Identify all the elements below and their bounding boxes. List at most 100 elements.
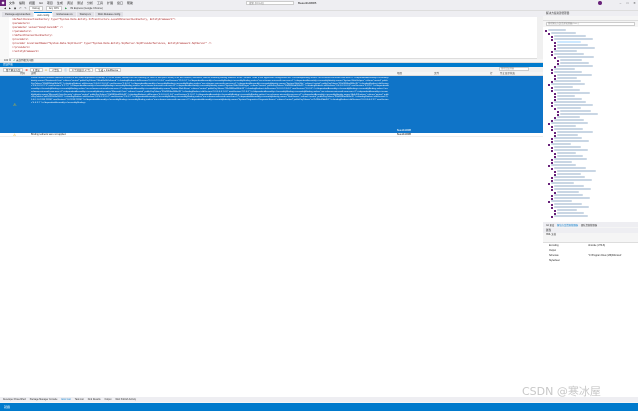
- tree-node[interactable]: [554, 53, 584, 55]
- property-row[interactable]: Schemas "C:\Program Files (x86)\Microsof: [546, 254, 635, 258]
- tree-node[interactable]: [557, 77, 577, 79]
- tree-node[interactable]: [554, 104, 593, 106]
- tree-node[interactable]: [554, 68, 575, 70]
- solution-explorer-search-input[interactable]: 搜索解决方案资源管理器(Ctrl+;): [546, 22, 635, 26]
- tab-output[interactable]: Output: [104, 399, 111, 401]
- tree-node[interactable]: [554, 203, 582, 205]
- menu-item-view[interactable]: 视图: [29, 1, 35, 5]
- tree-node[interactable]: [557, 209, 577, 211]
- undo-icon[interactable]: ↶: [19, 7, 21, 10]
- tree-node[interactable]: [557, 56, 594, 58]
- tree-node[interactable]: [557, 65, 593, 67]
- configuration-dropdown[interactable]: Debug: [29, 5, 43, 11]
- tree-node[interactable]: [554, 167, 586, 169]
- tree-node[interactable]: [551, 164, 576, 166]
- tree-node[interactable]: [554, 35, 586, 37]
- tree-node[interactable]: [551, 200, 572, 202]
- tree-node[interactable]: [548, 29, 566, 31]
- tree-node[interactable]: [557, 116, 580, 118]
- tree-node[interactable]: [560, 62, 589, 64]
- tree-node[interactable]: [557, 134, 578, 136]
- tree-node[interactable]: [554, 89, 580, 91]
- property-row[interactable]: Encoding Unicode (UTF-8): [546, 244, 635, 248]
- tree-node[interactable]: [554, 80, 581, 82]
- tree-node[interactable]: [551, 122, 588, 124]
- menu-item-help[interactable]: 帮助: [127, 1, 133, 5]
- tree-node[interactable]: [554, 50, 577, 52]
- property-row[interactable]: Stylesheet: [546, 259, 635, 263]
- avatar[interactable]: [598, 1, 602, 5]
- menu-item-edit[interactable]: 编辑: [19, 1, 25, 5]
- tree-node[interactable]: [557, 98, 582, 100]
- tree-node[interactable]: [554, 128, 583, 130]
- menu-item-test[interactable]: 测试: [77, 1, 83, 5]
- tree-node[interactable]: [554, 71, 582, 73]
- tree-node[interactable]: [557, 152, 576, 154]
- tree-node[interactable]: [554, 161, 572, 163]
- messages-filter-button[interactable]: 0 个消息(共 2 个): [69, 67, 94, 72]
- menu-item-extensions[interactable]: 扩展: [107, 1, 113, 5]
- scope-dropdown[interactable]: 整个解决方案: [3, 67, 24, 72]
- errors-filter-button[interactable]: 0 错误: [29, 67, 43, 72]
- menu-item-file[interactable]: 文件: [9, 1, 15, 5]
- tree-node[interactable]: [554, 158, 587, 160]
- tree-node[interactable]: [557, 191, 579, 193]
- redo-icon[interactable]: ↷: [24, 7, 26, 10]
- tree-node[interactable]: [557, 47, 595, 49]
- tree-node[interactable]: [554, 125, 576, 127]
- tree-node[interactable]: [554, 149, 588, 151]
- tree-node[interactable]: [557, 212, 584, 214]
- menu-item-build[interactable]: 生成: [57, 1, 63, 5]
- tree-node[interactable]: [557, 44, 588, 46]
- tree-node[interactable]: [557, 41, 581, 43]
- solution-tree[interactable]: [543, 27, 638, 222]
- tab-web-publish-activity[interactable]: Web Publish Activity: [115, 399, 136, 401]
- property-value[interactable]: Unicode (UTF-8): [588, 244, 605, 248]
- tree-node[interactable]: [554, 137, 582, 139]
- tree-node[interactable]: [554, 119, 584, 121]
- tree-node[interactable]: [551, 143, 571, 145]
- tree-node[interactable]: [554, 185, 584, 187]
- tree-node[interactable]: [560, 110, 591, 112]
- error-list-search-input[interactable]: 搜索错误列表: [499, 67, 529, 71]
- menu-item-window[interactable]: 窗口: [117, 1, 123, 5]
- warnings-filter-button[interactable]: 2 警告: [49, 67, 63, 72]
- tree-node[interactable]: [554, 146, 581, 148]
- tab-team-explorer[interactable]: 团队资源管理器: [581, 223, 597, 227]
- tree-node[interactable]: [554, 194, 583, 196]
- tree-node[interactable]: [551, 182, 574, 184]
- property-value[interactable]: "C:\Program Files (x86)\Microsof: [588, 254, 621, 258]
- tree-node[interactable]: [551, 32, 576, 34]
- tree-node[interactable]: [554, 86, 573, 88]
- tab-solution-explorer[interactable]: 解决方案资源管理器: [557, 223, 578, 227]
- tree-node[interactable]: [554, 179, 592, 181]
- tab-find-results[interactable]: Find Results: [88, 399, 101, 401]
- tree-node[interactable]: [560, 59, 582, 61]
- tree-node[interactable]: [557, 131, 593, 133]
- menu-item-analyze[interactable]: 分析: [87, 1, 93, 5]
- save-icon[interactable]: ▣: [14, 7, 16, 10]
- tree-node[interactable]: [557, 95, 575, 97]
- tree-node[interactable]: [554, 188, 591, 190]
- menu-item-debug[interactable]: 调试: [67, 1, 73, 5]
- tree-node[interactable]: [554, 101, 586, 103]
- property-row[interactable]: Output: [546, 249, 635, 253]
- forward-icon[interactable]: ▶: [9, 7, 11, 10]
- menu-item-tools[interactable]: 工具: [97, 1, 103, 5]
- tree-node[interactable]: [554, 215, 588, 217]
- tree-node[interactable]: [557, 74, 592, 76]
- tab-package-manager-console[interactable]: Package Manager Console: [30, 399, 58, 401]
- back-icon[interactable]: ◀: [4, 7, 6, 10]
- tab-error-list[interactable]: Error List: [61, 399, 70, 401]
- tree-node[interactable]: [554, 197, 590, 199]
- tab-git-changes[interactable]: Git 更改: [546, 223, 554, 227]
- tree-node[interactable]: [554, 176, 585, 178]
- tab-task-list[interactable]: Task List: [75, 399, 84, 401]
- run-target-dropdown[interactable]: IIS Express (Google Chrome): [70, 7, 103, 10]
- tab-developer-powershell[interactable]: Developer PowerShell: [3, 399, 26, 401]
- tree-node[interactable]: [557, 173, 581, 175]
- tree-node[interactable]: [554, 140, 589, 142]
- global-search-input[interactable]: 搜索 (Ctrl+Q): [246, 1, 294, 5]
- tree-node[interactable]: [554, 38, 593, 40]
- tree-node[interactable]: [557, 107, 581, 109]
